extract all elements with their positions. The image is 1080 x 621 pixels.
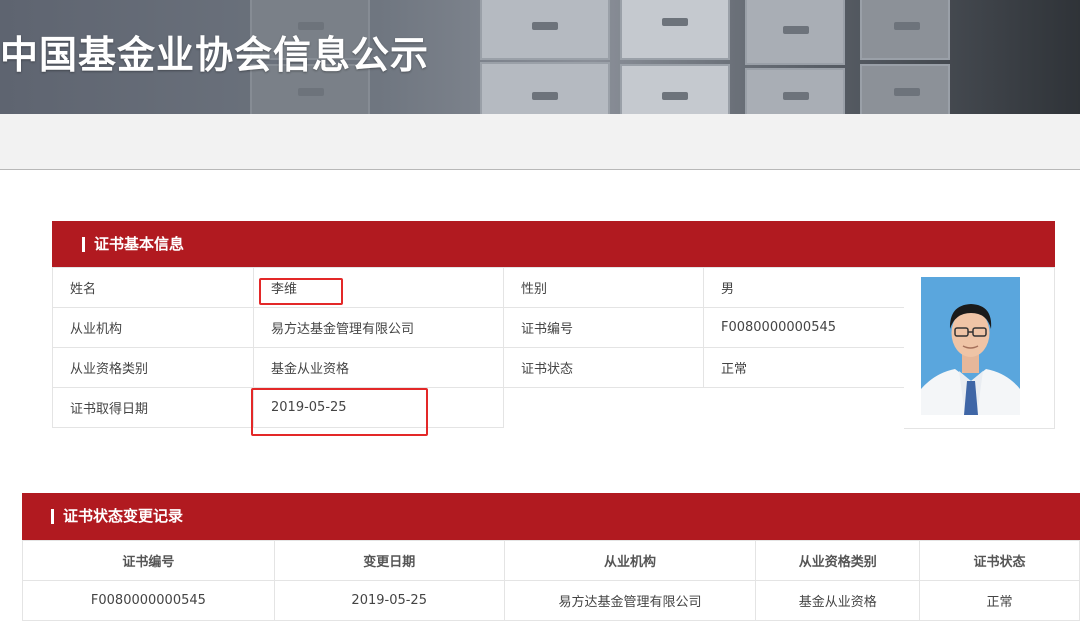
section-header-records: 证书状态变更记录 bbox=[22, 493, 1080, 540]
table-row: 从业资格类别 基金从业资格 证书状态 正常 bbox=[52, 347, 905, 388]
column-header: 变更日期 bbox=[273, 540, 505, 581]
cabinet-drawer-graphic bbox=[480, 0, 610, 60]
cabinet-drawer-graphic bbox=[745, 0, 845, 65]
table-header-row: 证书编号 变更日期 从业机构 从业资格类别 证书状态 bbox=[22, 540, 1080, 581]
cabinet-drawer-graphic bbox=[860, 64, 950, 114]
table-cell: 基金从业资格 bbox=[755, 580, 921, 621]
table-row: 证书取得日期 2019-05-25 bbox=[52, 387, 905, 428]
field-value: 正常 bbox=[703, 347, 905, 388]
column-header: 证书状态 bbox=[919, 540, 1080, 581]
field-label: 证书取得日期 bbox=[52, 387, 254, 428]
table-row: F0080000000545 2019-05-25 易方达基金管理有限公司 基金… bbox=[22, 580, 1080, 621]
header-accent-bar bbox=[82, 237, 85, 252]
highlight-box-name bbox=[259, 278, 343, 305]
field-label: 证书编号 bbox=[503, 307, 704, 348]
field-value: F0080000000545 bbox=[703, 307, 905, 348]
highlight-box-date bbox=[251, 388, 428, 436]
table-cell: 2019-05-25 bbox=[273, 580, 505, 621]
cabinet-drawer-graphic bbox=[860, 0, 950, 60]
cabinet-drawer-graphic bbox=[745, 68, 845, 114]
banner-subband bbox=[0, 114, 1080, 170]
field-label: 从业机构 bbox=[52, 307, 254, 348]
photo-cell bbox=[904, 267, 1055, 429]
field-label: 性别 bbox=[503, 267, 704, 308]
avatar-portrait bbox=[921, 277, 1020, 415]
records-table: 证书编号 变更日期 从业机构 从业资格类别 证书状态 F008000000054… bbox=[22, 540, 1080, 621]
table-cell: 易方达基金管理有限公司 bbox=[503, 580, 757, 621]
banner-title: 中国基金业协会信息公示 bbox=[0, 33, 430, 77]
table-row: 姓名 李维 性别 男 bbox=[52, 267, 905, 308]
column-header: 从业机构 bbox=[503, 540, 757, 581]
banner: 中国基金业协会信息公示 bbox=[0, 0, 1080, 114]
section-title: 证书状态变更记录 bbox=[63, 507, 184, 525]
cabinet-drawer-graphic bbox=[620, 0, 730, 60]
table-cell: 正常 bbox=[919, 580, 1080, 621]
section-title: 证书基本信息 bbox=[94, 235, 185, 253]
field-label: 姓名 bbox=[52, 267, 254, 308]
avatar bbox=[921, 277, 1020, 415]
header-accent-bar bbox=[51, 509, 54, 524]
basic-info-table: 姓名 李维 性别 男 从业机构 易方达基金管理有限公司 证书编号 F008000… bbox=[52, 267, 905, 428]
field-label: 证书状态 bbox=[503, 347, 704, 388]
table-row: 从业机构 易方达基金管理有限公司 证书编号 F0080000000545 bbox=[52, 307, 905, 348]
field-label: 从业资格类别 bbox=[52, 347, 254, 388]
cabinet-drawer-graphic bbox=[480, 62, 610, 114]
table-cell: F0080000000545 bbox=[22, 580, 275, 621]
field-value: 易方达基金管理有限公司 bbox=[253, 307, 504, 348]
empty-cell bbox=[503, 387, 905, 428]
cabinet-drawer-graphic bbox=[620, 64, 730, 114]
column-header: 从业资格类别 bbox=[755, 540, 921, 581]
field-value: 男 bbox=[703, 267, 905, 308]
section-header-basic-info: 证书基本信息 bbox=[52, 221, 1055, 267]
column-header: 证书编号 bbox=[22, 540, 275, 581]
field-value: 基金从业资格 bbox=[253, 347, 504, 388]
